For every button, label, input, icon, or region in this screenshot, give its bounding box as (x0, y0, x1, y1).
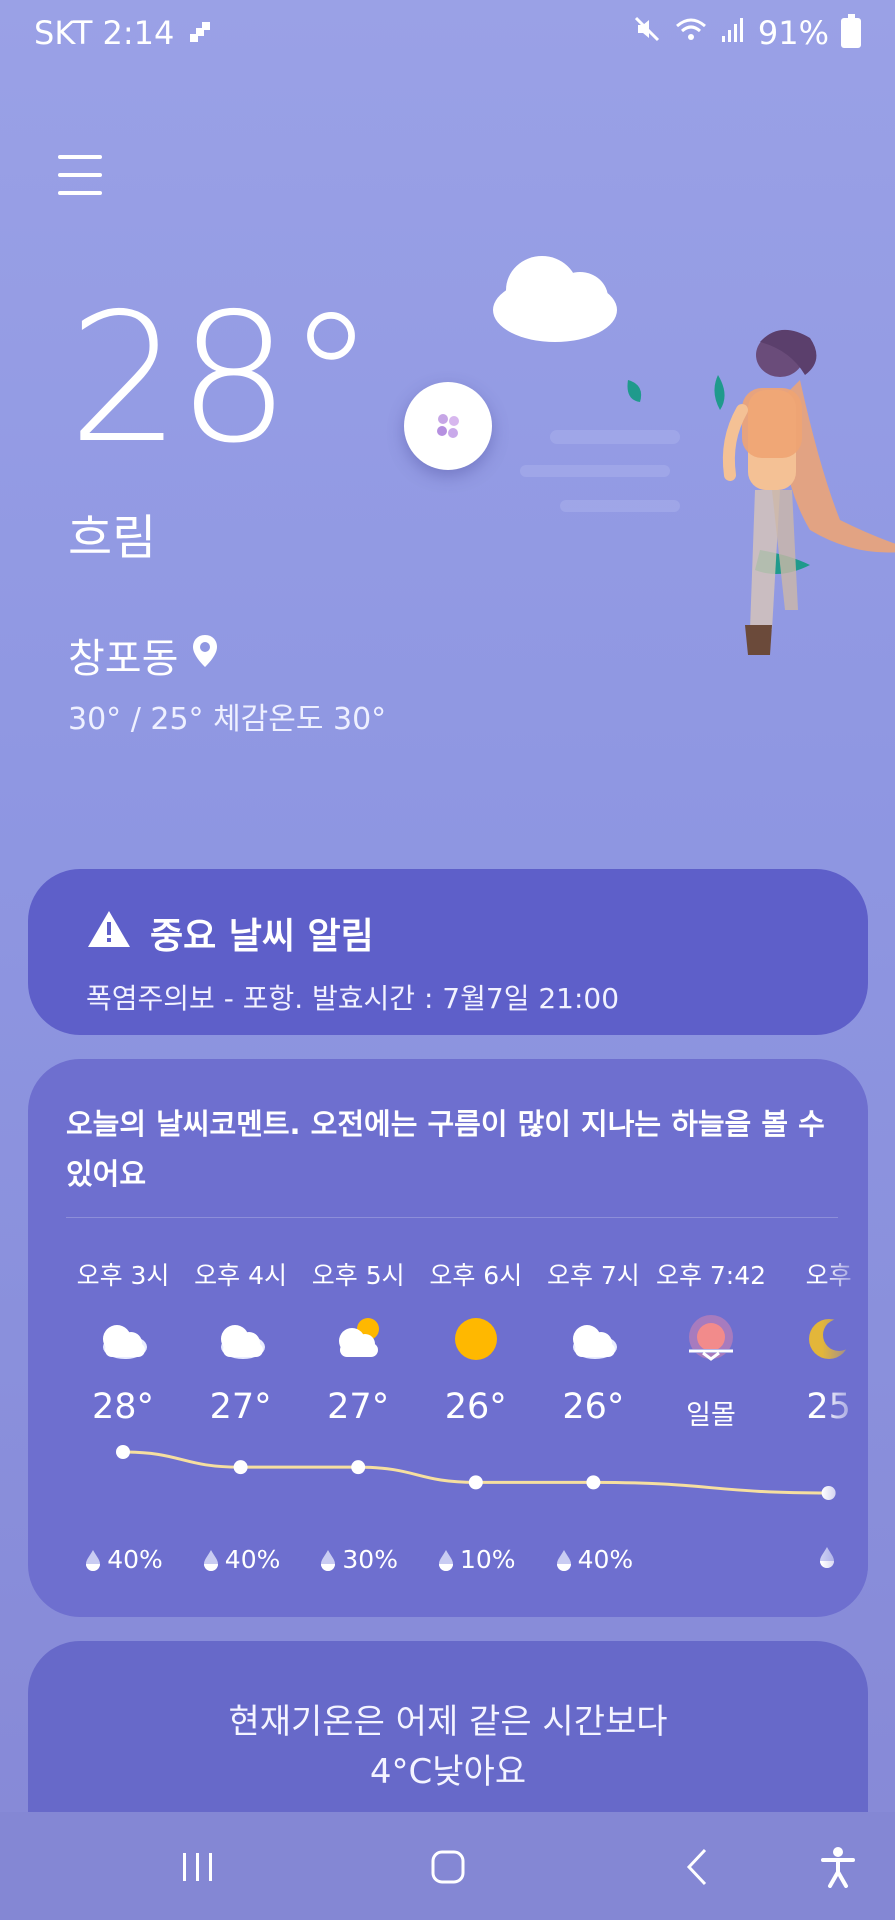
rain-percent: 10% (460, 1545, 516, 1574)
comparison-line1: 현재기온은 어제 같은 시간보다 (228, 1702, 668, 1742)
scroll-fade (822, 1219, 868, 1617)
rain-percent: 40% (224, 1545, 281, 1574)
sun-icon (446, 1309, 506, 1369)
rain-chance: 10% (417, 1545, 535, 1574)
signal-steps-icon (188, 14, 214, 52)
cloudy-icon (211, 1309, 271, 1369)
rain-chance: 40% (182, 1545, 300, 1574)
hour-temperature: 27° (209, 1387, 272, 1427)
rain-percent: 40% (107, 1545, 163, 1574)
menu-line (58, 155, 102, 159)
location-pin-icon (192, 632, 218, 678)
hour-time: 오후 7시 (546, 1261, 640, 1290)
accessibility-button[interactable] (808, 1842, 868, 1892)
hourly-forecast-card[interactable]: 오늘의 날씨코멘트. 오전에는 구름이 많이 지나는 하늘을 볼 수 있어요 오… (28, 1059, 868, 1617)
rain-chance: 40% (534, 1545, 652, 1574)
warning-icon (86, 909, 132, 958)
hourly-list[interactable]: 오후 3시 28° 40% 오후 4시 27° 40% 오후 5시 27° 30% 오후 6시 26… (28, 1059, 868, 1617)
hour-time: 오후 6시 (429, 1261, 523, 1290)
alert-body: 폭염주의보 - 포항. 발효시간 : 7월7일 21:00 (86, 982, 620, 1015)
raindrop-icon (321, 1549, 336, 1571)
rain-percent: 40% (577, 1545, 634, 1574)
hour-time: 오후 4시 (194, 1261, 288, 1290)
hour-temperature: 28° (91, 1387, 155, 1427)
rain-percent: 30% (342, 1545, 398, 1574)
battery-percent: 91% (757, 14, 829, 52)
sunset-icon (681, 1309, 741, 1369)
dots-icon (437, 414, 459, 438)
hour-time: 오후 5시 (311, 1261, 405, 1290)
location-name: 창포동 (68, 636, 179, 682)
status-left: SKT 2:14 (34, 14, 214, 52)
sunset-label: 일몰 (686, 1400, 736, 1431)
rain-chance: 30% (299, 1545, 417, 1574)
weather-effect-button[interactable] (404, 382, 492, 470)
temperature-comparison-card[interactable]: 현재기온은 어제 같은 시간보다 4°C낮아요 (28, 1641, 868, 1821)
hour-time: 오후 7:42 (655, 1261, 767, 1290)
back-button[interactable] (668, 1842, 728, 1892)
navigation-bar (0, 1812, 895, 1920)
menu-button[interactable] (58, 155, 102, 195)
hour-temperature: 27° (327, 1387, 390, 1427)
current-temperature: 28° (68, 275, 375, 482)
cloudy-icon (563, 1309, 623, 1369)
status-bar: SKT 2:14 91% (0, 0, 895, 66)
mute-icon (632, 14, 662, 52)
hour-time: 오후 3시 (76, 1261, 170, 1290)
raindrop-icon (439, 1549, 453, 1571)
accessibility-icon (821, 1847, 855, 1888)
cloudy-icon (93, 1309, 153, 1369)
battery-icon (841, 14, 861, 48)
weather-illustration (493, 256, 895, 655)
cloud-icon (493, 256, 617, 342)
alert-title: 중요 날씨 알림 (150, 916, 374, 957)
carrier-time: SKT 2:14 (34, 14, 175, 52)
menu-line (58, 191, 102, 195)
hi-lo-feels-like: 30° / 25° 체감온도 30° (68, 702, 387, 737)
status-right: 91% (632, 14, 861, 52)
back-icon (686, 1848, 707, 1886)
alert-title-row: 중요 날씨 알림 (86, 907, 810, 959)
raindrop-icon (86, 1549, 101, 1571)
home-button[interactable] (418, 1842, 478, 1892)
home-icon (431, 1850, 465, 1884)
location[interactable]: 창포동 (68, 626, 218, 684)
raindrop-icon (203, 1549, 218, 1571)
comparison-line2: 4°C낮아요 (369, 1752, 527, 1792)
menu-line (58, 173, 102, 177)
hour-temperature: 26° (562, 1387, 625, 1427)
recent-apps-button[interactable] (168, 1842, 228, 1892)
cell-signal-icon (720, 14, 746, 52)
partly-cloudy-icon (328, 1309, 388, 1369)
rain-chance: 40% (64, 1545, 182, 1574)
wifi-icon (674, 14, 708, 52)
weather-alert-card[interactable]: 중요 날씨 알림 폭염주의보 - 포항. 발효시간 : 7월7일 21:00 (28, 869, 868, 1035)
current-condition: 흐림 (68, 510, 157, 566)
raindrop-icon (556, 1549, 571, 1571)
recent-apps-icon (183, 1853, 212, 1881)
hour-temperature: 26° (444, 1387, 507, 1427)
